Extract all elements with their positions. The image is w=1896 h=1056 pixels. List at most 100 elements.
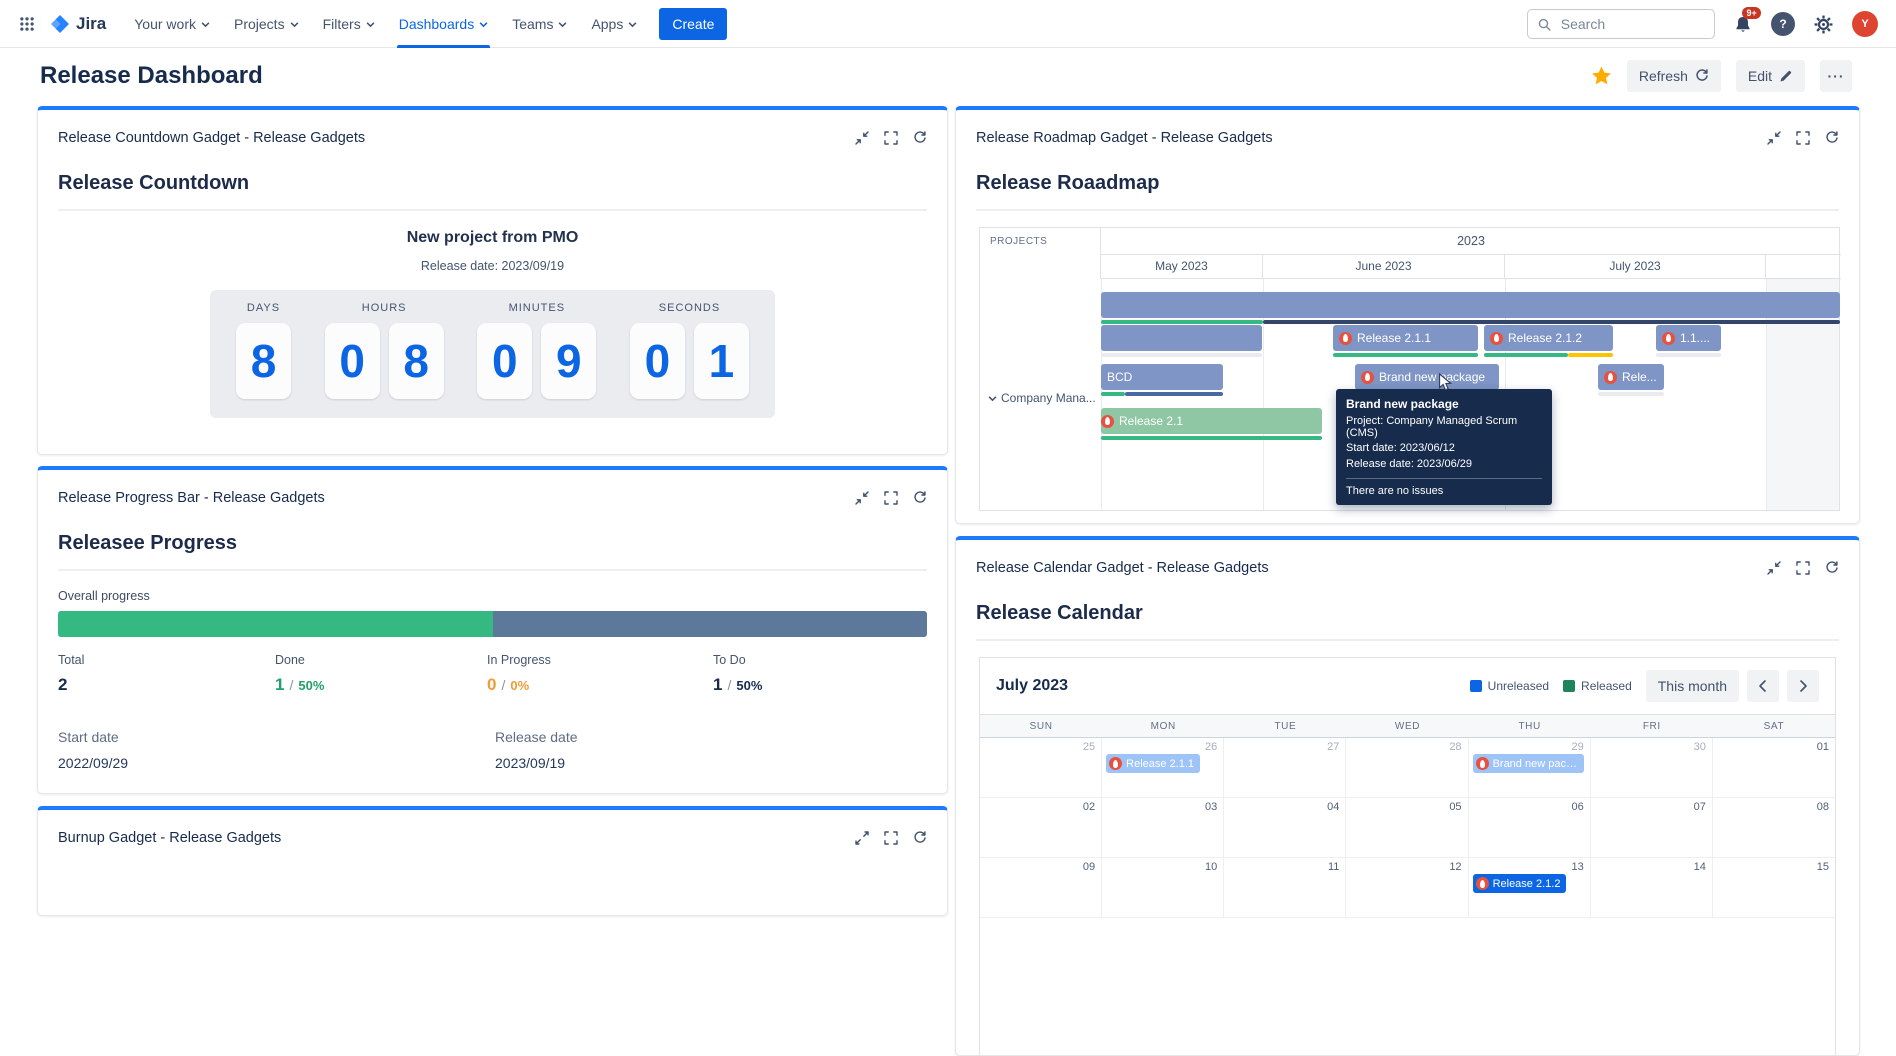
roadmap-bar-release-21[interactable]: Release 2.1 xyxy=(1101,408,1322,434)
fullscreen-icon[interactable] xyxy=(884,831,898,845)
timeline-month-headers: May 2023 June 2023 July 2023 xyxy=(1101,255,1841,279)
stat-percent: 50% xyxy=(736,678,763,693)
release-event-chip[interactable]: Release 2.1.2 xyxy=(1472,874,1567,893)
fullscreen-icon[interactable] xyxy=(1796,131,1810,145)
stat-done: Done 1 / 50% xyxy=(275,653,487,695)
fullscreen-icon[interactable] xyxy=(1796,561,1810,575)
bar-label: Rele... xyxy=(1622,370,1657,384)
release-event-chip[interactable]: Release 2.1.1 xyxy=(1106,754,1201,773)
nav-item-filters[interactable]: Filters xyxy=(311,0,387,48)
calendar-day-cell: 15 xyxy=(1712,858,1835,918)
help-icon[interactable]: ? xyxy=(1771,12,1795,36)
refresh-gadget-icon[interactable] xyxy=(913,491,927,505)
bar-label: 1.1.... xyxy=(1680,331,1711,345)
calendar-day-cell: 25 xyxy=(980,738,1103,798)
project-row-expander[interactable]: Company Mana... xyxy=(988,391,1098,405)
roadmap-bar-rele[interactable]: Rele... xyxy=(1598,364,1664,390)
calendar-day-cell: 09 xyxy=(980,858,1103,918)
day-header: TUE xyxy=(1274,720,1297,732)
seconds-label: SECONDS xyxy=(658,302,721,314)
roadmap-bar-release-11[interactable]: 1.1.... xyxy=(1656,325,1721,351)
settings-gear-icon[interactable] xyxy=(1814,15,1833,34)
version-rocket-icon xyxy=(1101,414,1114,428)
progress-dates-row: Start date 2022/09/29 Release date 2023/… xyxy=(58,729,927,771)
stat-value: 2 xyxy=(58,675,68,694)
jira-logo[interactable]: Jira xyxy=(50,14,106,34)
notifications-bell-icon[interactable]: 9+ xyxy=(1734,7,1762,33)
roadmap-bar-release-212[interactable]: Release 2.1.2 xyxy=(1484,325,1613,351)
page-title: Release Dashboard xyxy=(40,62,263,89)
next-month-button[interactable] xyxy=(1787,670,1819,702)
user-avatar[interactable]: Y xyxy=(1852,11,1878,37)
nav-item-your-work[interactable]: Your work xyxy=(122,0,222,48)
unreleased-swatch xyxy=(1469,680,1482,692)
roadmap-bar-epic[interactable] xyxy=(1101,292,1840,318)
tooltip-release-date: Release date: 2023/06/29 xyxy=(1346,457,1472,470)
day-number: 30 xyxy=(1693,741,1706,753)
calendar-day-cell: 27 xyxy=(1224,738,1347,798)
bar-progress-underline xyxy=(1125,392,1223,396)
create-button[interactable]: Create xyxy=(659,8,728,40)
day-number: 12 xyxy=(1449,861,1462,873)
app-switcher-icon[interactable] xyxy=(14,11,40,37)
global-search[interactable] xyxy=(1527,9,1715,39)
collapse-icon[interactable] xyxy=(855,131,869,145)
collapse-icon[interactable] xyxy=(1767,131,1781,145)
release-date-value: 2023/09/19 xyxy=(495,755,566,771)
roadmap-bar-bcd[interactable]: BCD xyxy=(1101,364,1223,390)
stat-in-progress: In Progress 0 / 0% xyxy=(487,653,713,695)
calendar-day-headers: SUN MON TUE WED THU FRI SAT xyxy=(980,714,1835,738)
gadget-title: Release Countdown Gadget - Release Gadge… xyxy=(58,130,366,146)
fullscreen-icon[interactable] xyxy=(884,491,898,505)
roadmap-bar-unlabeled[interactable] xyxy=(1101,325,1262,351)
legend-unreleased: Unreleased xyxy=(1469,679,1549,693)
collapse-icon[interactable] xyxy=(1767,561,1781,575)
refresh-gadget-icon[interactable] xyxy=(913,131,927,145)
refresh-gadget-icon[interactable] xyxy=(1825,561,1839,575)
day-header: THU xyxy=(1518,720,1541,732)
chevron-down-icon xyxy=(479,21,488,27)
chevron-down-icon xyxy=(366,21,375,27)
page-header: Release Dashboard Refresh Edit ··· xyxy=(0,48,1896,104)
divider xyxy=(976,209,1839,211)
more-actions-button[interactable]: ··· xyxy=(1820,60,1852,92)
day-number: 04 xyxy=(1327,801,1340,813)
refresh-button[interactable]: Refresh xyxy=(1626,60,1721,92)
refresh-gadget-icon[interactable] xyxy=(913,831,927,845)
previous-month-button[interactable] xyxy=(1747,670,1779,702)
bar-label: Release 2.1.1 xyxy=(1357,331,1432,345)
bar-label: Release 2.1.2 xyxy=(1508,331,1583,345)
nav-item-projects[interactable]: Projects xyxy=(222,0,311,48)
release-event-chip[interactable]: Brand new packa... xyxy=(1472,754,1584,773)
stat-total: Total 2 xyxy=(58,653,275,695)
gadget-title: Release Progress Bar - Release Gadgets xyxy=(58,490,325,506)
countdown-heading: Release Countdown xyxy=(58,172,250,194)
days-label: DAYS xyxy=(246,302,281,314)
roadmap-bar-release-211[interactable]: Release 2.1.1 xyxy=(1333,325,1478,351)
burnup-gadget: Burnup Gadget - Release Gadgets xyxy=(37,806,948,916)
countdown-seconds-group: SECONDS 0 1 xyxy=(629,290,749,418)
bar-label: Brand new package xyxy=(1379,370,1486,384)
search-icon xyxy=(1538,18,1551,31)
favorite-star-icon[interactable] xyxy=(1591,66,1612,86)
calendar-week-row: 02 03 04 05 06 07 08 xyxy=(980,798,1835,858)
nav-item-teams[interactable]: Teams xyxy=(500,0,579,48)
day-number: 08 xyxy=(1816,801,1829,813)
nav-item-apps[interactable]: Apps xyxy=(579,0,649,48)
bar-progress-underline xyxy=(1101,392,1125,396)
this-month-button[interactable]: This month xyxy=(1645,670,1739,702)
release-countdown-gadget: Release Countdown Gadget - Release Gadge… xyxy=(37,106,948,455)
day-number: 14 xyxy=(1693,861,1706,873)
divider xyxy=(976,639,1839,641)
roadmap-bar-brand-new-package[interactable]: Brand new package xyxy=(1355,364,1499,390)
fullscreen-icon[interactable] xyxy=(884,131,898,145)
search-input[interactable] xyxy=(1558,15,1704,33)
stat-percent: 50% xyxy=(298,678,325,693)
day-number: 26 xyxy=(1205,741,1218,753)
nav-item-dashboards[interactable]: Dashboards xyxy=(387,0,501,48)
refresh-gadget-icon[interactable] xyxy=(1825,131,1839,145)
expand-icon[interactable] xyxy=(855,831,869,845)
edit-button[interactable]: Edit xyxy=(1735,60,1805,92)
collapse-icon[interactable] xyxy=(855,491,869,505)
version-rocket-icon xyxy=(1662,331,1675,345)
